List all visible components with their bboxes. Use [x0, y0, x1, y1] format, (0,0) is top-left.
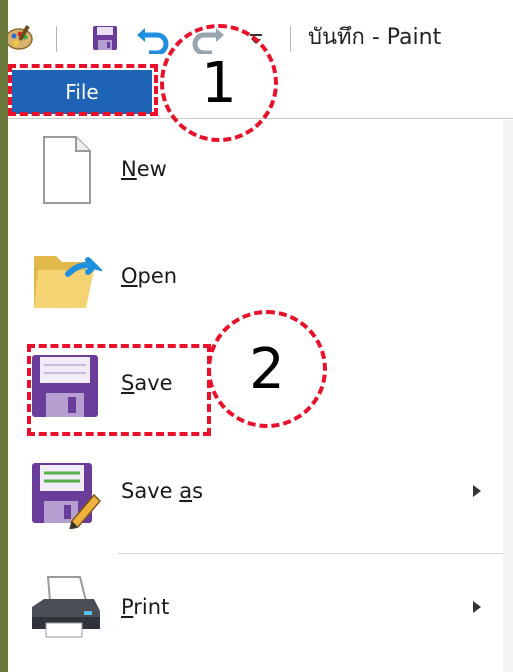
annotation-save-highlight	[27, 344, 211, 436]
annotation-file-highlight	[8, 64, 158, 116]
chevron-right-icon	[472, 599, 482, 613]
window-title: บันทึก - Paint	[308, 25, 442, 50]
save-as-icon	[28, 455, 102, 531]
new-document-icon	[28, 133, 102, 207]
menu-item-label: Open	[121, 264, 178, 288]
menu-item-label: Print	[121, 595, 170, 619]
save-icon[interactable]	[88, 20, 122, 56]
menu-divider	[118, 553, 513, 554]
menu-item-label: Save as	[121, 479, 204, 503]
printer-icon	[28, 571, 102, 645]
menu-item-save-as[interactable]: Save as	[8, 441, 513, 541]
paint-app-icon[interactable]	[8, 20, 34, 56]
chevron-right-icon	[472, 483, 482, 497]
annotation-step-2: 2	[207, 310, 327, 428]
undo-icon[interactable]	[133, 20, 173, 56]
annotation-step-1: 1	[160, 24, 278, 142]
step-number: 1	[201, 50, 237, 116]
step-number: 2	[249, 336, 285, 402]
menu-item-label: New	[121, 157, 167, 181]
toolbar-separator	[290, 26, 291, 52]
toolbar-separator	[56, 26, 57, 52]
canvas-edge	[503, 120, 513, 672]
open-folder-icon	[28, 240, 105, 314]
menu-item-new[interactable]: New	[8, 119, 513, 219]
menu-item-print[interactable]: Print	[8, 557, 513, 657]
